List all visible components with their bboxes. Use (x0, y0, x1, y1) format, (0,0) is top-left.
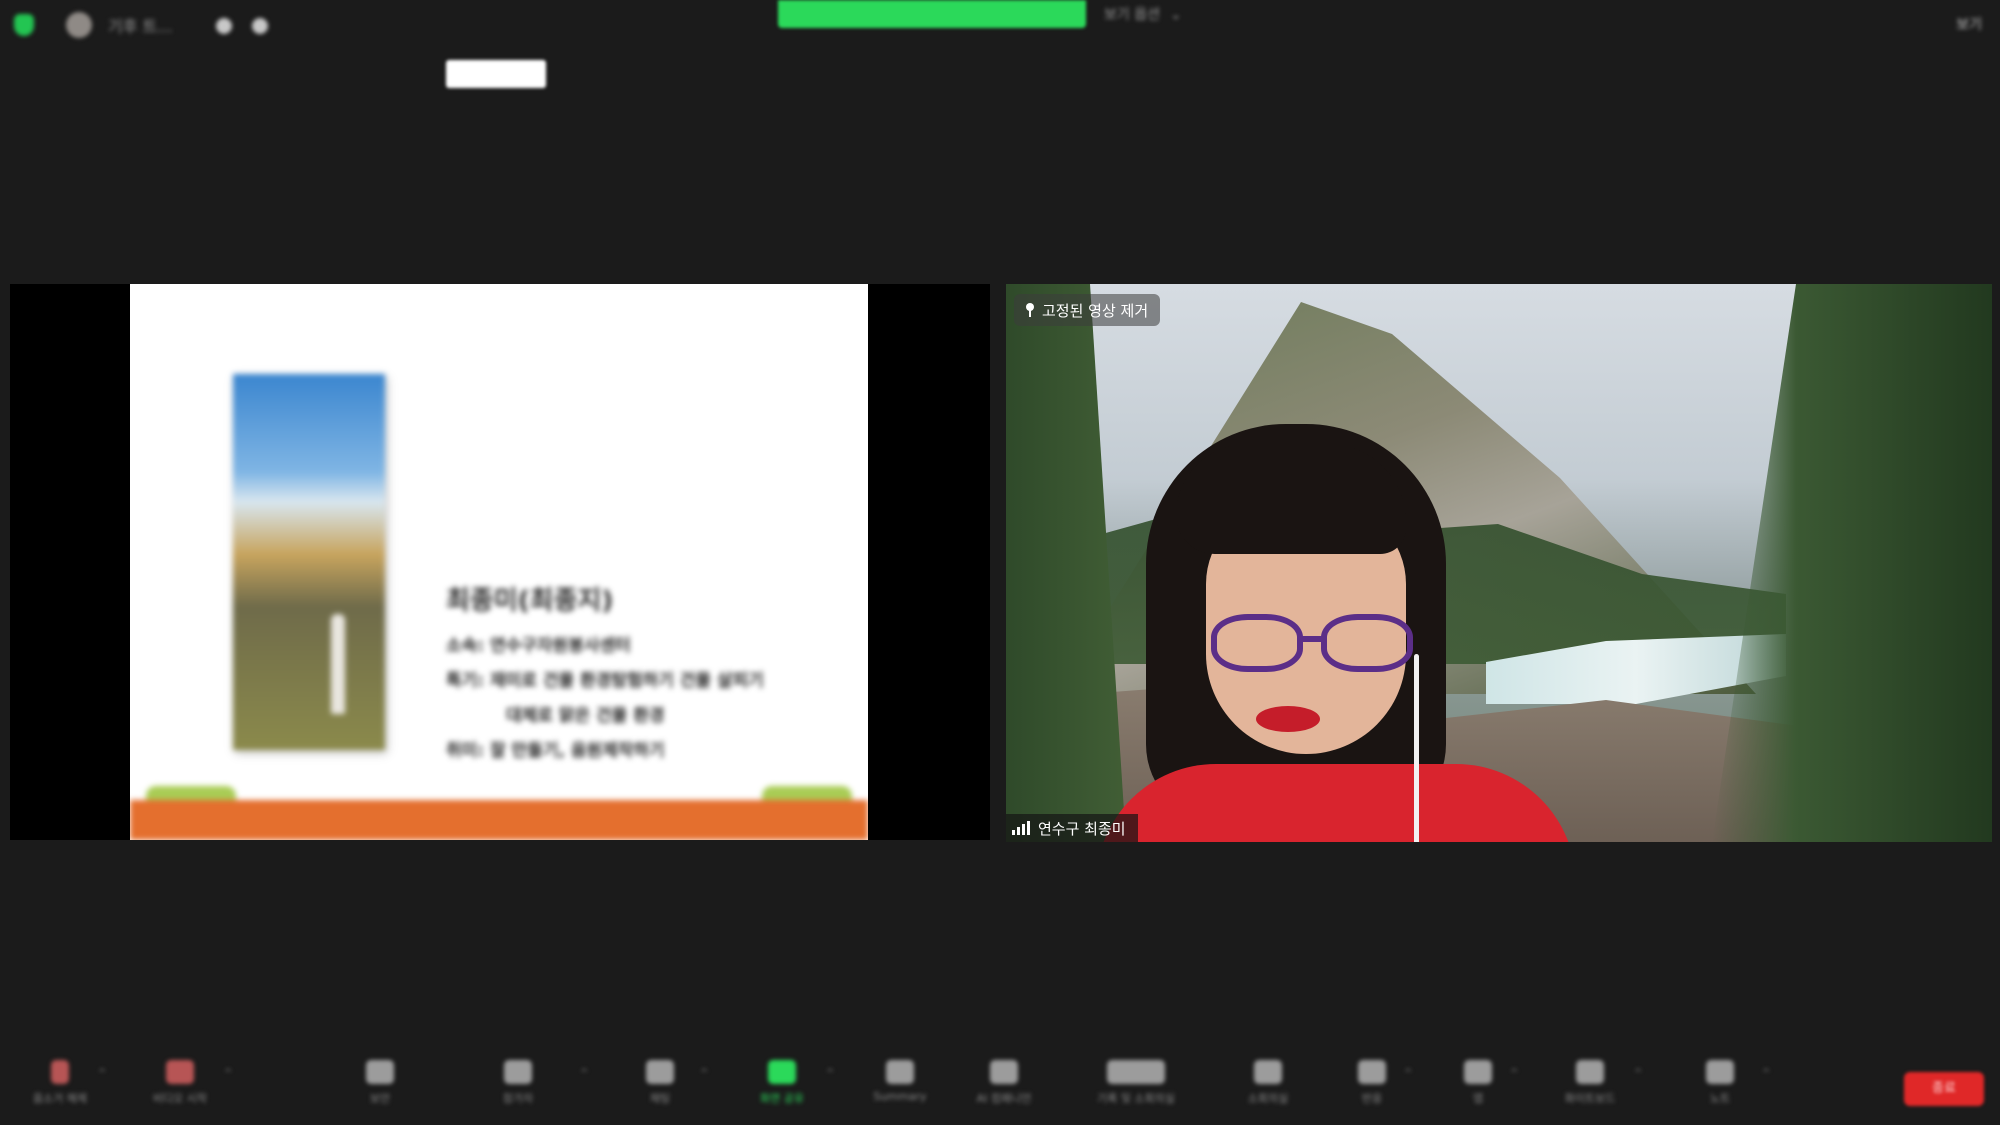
meeting-toolbar: 음소거 해제 ^ 비디오 시작 ^ 보안 참가자 ^ 채팅 ^ 화면 공유 ^ … (0, 1046, 2000, 1125)
heart-icon (1358, 1060, 1386, 1084)
unpin-video-button[interactable]: 고정된 영상 제거 (1014, 294, 1161, 326)
participant-person (1096, 424, 1576, 842)
chevron-up-icon[interactable]: ^ (98, 1068, 108, 1079)
slide-title: 최종미(최종지) (446, 586, 614, 616)
slide-line: 대체로 맑은 건물 환경 (506, 706, 665, 726)
ai-companion-button[interactable]: AI 컴패니언 (956, 1060, 1052, 1116)
slide-photo (233, 374, 385, 750)
participants-icon (504, 1060, 532, 1084)
chevron-up-icon[interactable]: ^ (826, 1068, 836, 1079)
participant-name: 연수구 최종미 (1038, 819, 1126, 838)
grid-icon (1254, 1060, 1282, 1084)
toolbar-label: 채팅 (649, 1092, 671, 1105)
chat-bubble-icon (646, 1060, 674, 1084)
share-screen-button[interactable]: 화면 공유 (734, 1060, 830, 1116)
photo-person-figure (331, 614, 345, 714)
toolbar-label: 앱 (1472, 1092, 1484, 1105)
slide-decoration (146, 786, 236, 800)
end-meeting-button[interactable]: 종료 (1904, 1072, 1984, 1106)
security-button[interactable]: 보안 (332, 1060, 428, 1116)
slide-decoration (762, 786, 852, 800)
view-options-button[interactable]: 보기 옵션 ⌄ (1104, 4, 1210, 26)
chevron-up-icon[interactable]: ^ (1510, 1068, 1520, 1079)
slide-line: 소속: 연수구자원봉사센터 (446, 636, 631, 656)
sparkle-icon (990, 1060, 1018, 1084)
toolbar-label: 화이트보드 (1564, 1092, 1616, 1105)
info-icon[interactable] (252, 18, 268, 34)
chevron-up-icon[interactable]: ^ (224, 1068, 234, 1079)
whiteboard-icon (1576, 1060, 1604, 1084)
chat-button[interactable]: 채팅 (612, 1060, 708, 1116)
pin-icon (1024, 303, 1036, 317)
earbud-wire (1414, 654, 1419, 842)
notes-icon (1706, 1060, 1734, 1084)
person-bangs (1176, 444, 1406, 554)
video-camera-off-icon (166, 1060, 194, 1084)
document-icon (886, 1060, 914, 1084)
view-options-label: 보기 옵션 (1104, 7, 1160, 23)
participant-video-tile[interactable]: 고정된 영상 제거 연수구 최종미 (1006, 284, 1992, 842)
record-icon (1107, 1060, 1165, 1084)
unmute-button[interactable]: 음소거 해제 (12, 1060, 108, 1116)
toolbar-label: 보안 (369, 1092, 391, 1105)
chevron-up-icon[interactable]: ^ (1634, 1068, 1644, 1079)
toolbar-label: 참가자 (502, 1092, 534, 1105)
chevron-up-icon[interactable]: ^ (700, 1068, 710, 1079)
toolbar-label: 화면 공유 (760, 1092, 804, 1105)
toolbar-label: 소회의실 (1247, 1092, 1289, 1105)
record-indicator-icon (216, 18, 232, 34)
share-screen-icon (768, 1060, 796, 1084)
microphone-muted-icon (51, 1060, 69, 1084)
summary-button[interactable]: Summary (852, 1060, 948, 1116)
shared-screen-tile[interactable]: 최종미(최종지) 소속: 연수구자원봉사센터 특기: 재미로 건물 환경탐험하기… (10, 284, 990, 840)
slide-footer-band (130, 800, 868, 840)
top-bar: 기후 트... 보기 옵션 ⌄ 보기 (0, 0, 2000, 52)
floating-pill[interactable] (446, 60, 546, 88)
toolbar-label: 음소거 해제 (32, 1092, 88, 1105)
apps-icon (1464, 1060, 1492, 1084)
toolbar-label: 기록 및 소회의실 (1097, 1092, 1175, 1105)
signal-strength-icon (1012, 821, 1030, 835)
record-breakout-button[interactable]: 기록 및 소회의실 (1088, 1060, 1184, 1116)
slide-content: 최종미(최종지) 소속: 연수구자원봉사센터 특기: 재미로 건물 환경탐험하기… (130, 284, 868, 840)
chevron-up-icon[interactable]: ^ (580, 1068, 590, 1079)
glasses-lens (1211, 614, 1303, 672)
security-shield-icon[interactable] (14, 14, 34, 36)
view-button[interactable]: 보기 (1928, 14, 1982, 36)
slide-text-block: 최종미(최종지) 소속: 연수구자원봉사센터 특기: 재미로 건물 환경탐험하기… (446, 580, 764, 771)
host-avatar[interactable] (66, 12, 92, 38)
participant-name-tag: 연수구 최종미 (1006, 814, 1138, 842)
toolbar-label: AI 컴패니언 (976, 1092, 1032, 1105)
presentation-slide: 최종미(최종지) 소속: 연수구자원봉사센터 특기: 재미로 건물 환경탐험하기… (130, 284, 868, 840)
person-glasses (1211, 614, 1421, 676)
participants-button[interactable]: 참가자 (470, 1060, 566, 1116)
shield-icon (366, 1060, 394, 1084)
toolbar-label: 비디오 시작 (152, 1092, 208, 1105)
slide-line: 취미: 잘 만들기, 음원제작하기 (446, 741, 665, 761)
slide-line: 특기: 재미로 건물 환경탐험하기 건물 살피기 (446, 671, 764, 691)
host-name[interactable]: 기후 트... (108, 13, 173, 37)
screen-share-banner[interactable] (778, 0, 1086, 28)
person-shirt (1096, 764, 1576, 842)
chevron-up-icon[interactable]: ^ (1762, 1068, 1772, 1079)
chevron-up-icon[interactable]: ^ (1404, 1068, 1414, 1079)
toolbar-label: 노트 (1709, 1092, 1731, 1105)
start-video-button[interactable]: 비디오 시작 (132, 1060, 228, 1116)
whiteboard-button[interactable]: 화이트보드 (1542, 1060, 1638, 1116)
unpin-label: 고정된 영상 제거 (1042, 301, 1149, 320)
breakout-rooms-button[interactable]: 소회의실 (1220, 1060, 1316, 1116)
toolbar-label: 반응 (1361, 1092, 1383, 1105)
toolbar-label: Summary (873, 1090, 927, 1103)
chevron-down-icon: ⌄ (1169, 7, 1182, 23)
glasses-lens (1321, 614, 1413, 672)
person-lips (1256, 706, 1320, 732)
notes-button[interactable]: 노트 (1672, 1060, 1768, 1116)
